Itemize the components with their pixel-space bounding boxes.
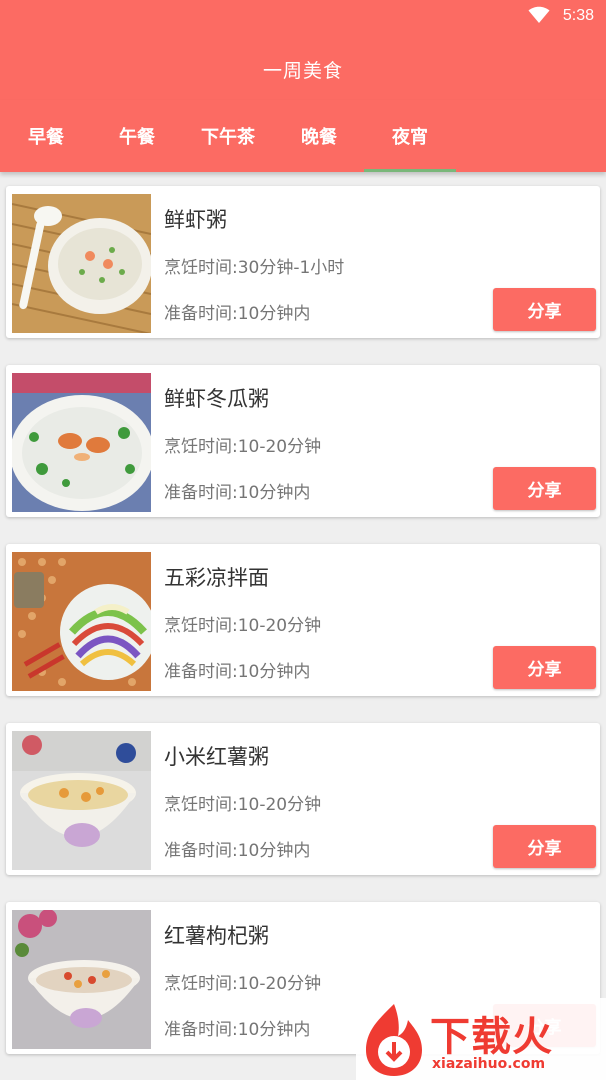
recipe-prep-time: 准备时间:10分钟内 [164, 1020, 311, 1040]
recipe-photo [12, 552, 151, 691]
recipe-cook-time: 烹饪时间:10-20分钟 [164, 437, 322, 457]
selected-tab-indicator [364, 169, 456, 172]
flame-logo-icon [366, 1004, 422, 1076]
recipe-photo [12, 910, 151, 1049]
recipe-photo [12, 194, 151, 333]
recipe-card[interactable]: 五彩凉拌面 烹饪时间:10-20分钟 准备时间:10分钟内 分享 [6, 544, 600, 696]
recipe-cook-time: 烹饪时间:10-20分钟 [164, 616, 322, 636]
recipe-name: 鲜虾粥 [164, 208, 227, 232]
recipe-prep-time: 准备时间:10分钟内 [164, 304, 311, 324]
recipe-photo [12, 373, 151, 512]
share-button[interactable]: 分享 [493, 467, 596, 510]
page-title: 一周美食 [262, 60, 343, 82]
recipe-prep-time: 准备时间:10分钟内 [164, 662, 311, 682]
recipe-name: 红薯枸杞粥 [164, 924, 269, 948]
meal-tabs: 早餐 午餐 下午茶 晚餐 夜宵 [0, 100, 606, 172]
wifi-icon [528, 6, 550, 23]
recipe-name: 小米红薯粥 [164, 745, 269, 769]
share-button[interactable]: 分享 [493, 825, 596, 868]
recipe-cook-time: 烹饪时间:10-20分钟 [164, 795, 322, 815]
share-button[interactable]: 分享 [493, 646, 596, 689]
share-button[interactable]: 分享 [493, 288, 596, 331]
status-bar: 5:38 [0, 0, 606, 34]
recipe-card[interactable]: 鲜虾粥 烹饪时间:30分钟-1小时 准备时间:10分钟内 分享 [6, 186, 600, 338]
tab-lunch[interactable]: 午餐 [91, 100, 183, 172]
status-time: 5:38 [562, 7, 594, 24]
watermark: 下载火 xiazaihuo.com [356, 998, 606, 1080]
recipe-cook-time: 烹饪时间:30分钟-1小时 [164, 258, 345, 278]
app-bar: 一周美食 [0, 34, 606, 100]
watermark-url: xiazaihuo.com [432, 1056, 546, 1072]
recipe-card[interactable]: 鲜虾冬瓜粥 烹饪时间:10-20分钟 准备时间:10分钟内 分享 [6, 365, 600, 517]
recipe-prep-time: 准备时间:10分钟内 [164, 841, 311, 861]
recipe-name: 五彩凉拌面 [164, 566, 269, 590]
tab-breakfast[interactable]: 早餐 [0, 100, 92, 172]
recipe-card[interactable]: 小米红薯粥 烹饪时间:10-20分钟 准备时间:10分钟内 分享 [6, 723, 600, 875]
tab-late-night-snack[interactable]: 夜宵 [364, 100, 456, 172]
tab-afternoon-tea[interactable]: 下午茶 [182, 100, 274, 172]
watermark-brand: 下载火 [430, 1014, 553, 1060]
recipe-prep-time: 准备时间:10分钟内 [164, 483, 311, 503]
recipe-cook-time: 烹饪时间:10-20分钟 [164, 974, 322, 994]
recipe-name: 鲜虾冬瓜粥 [164, 387, 269, 411]
recipe-photo [12, 731, 151, 870]
tab-dinner[interactable]: 晚餐 [273, 100, 365, 172]
